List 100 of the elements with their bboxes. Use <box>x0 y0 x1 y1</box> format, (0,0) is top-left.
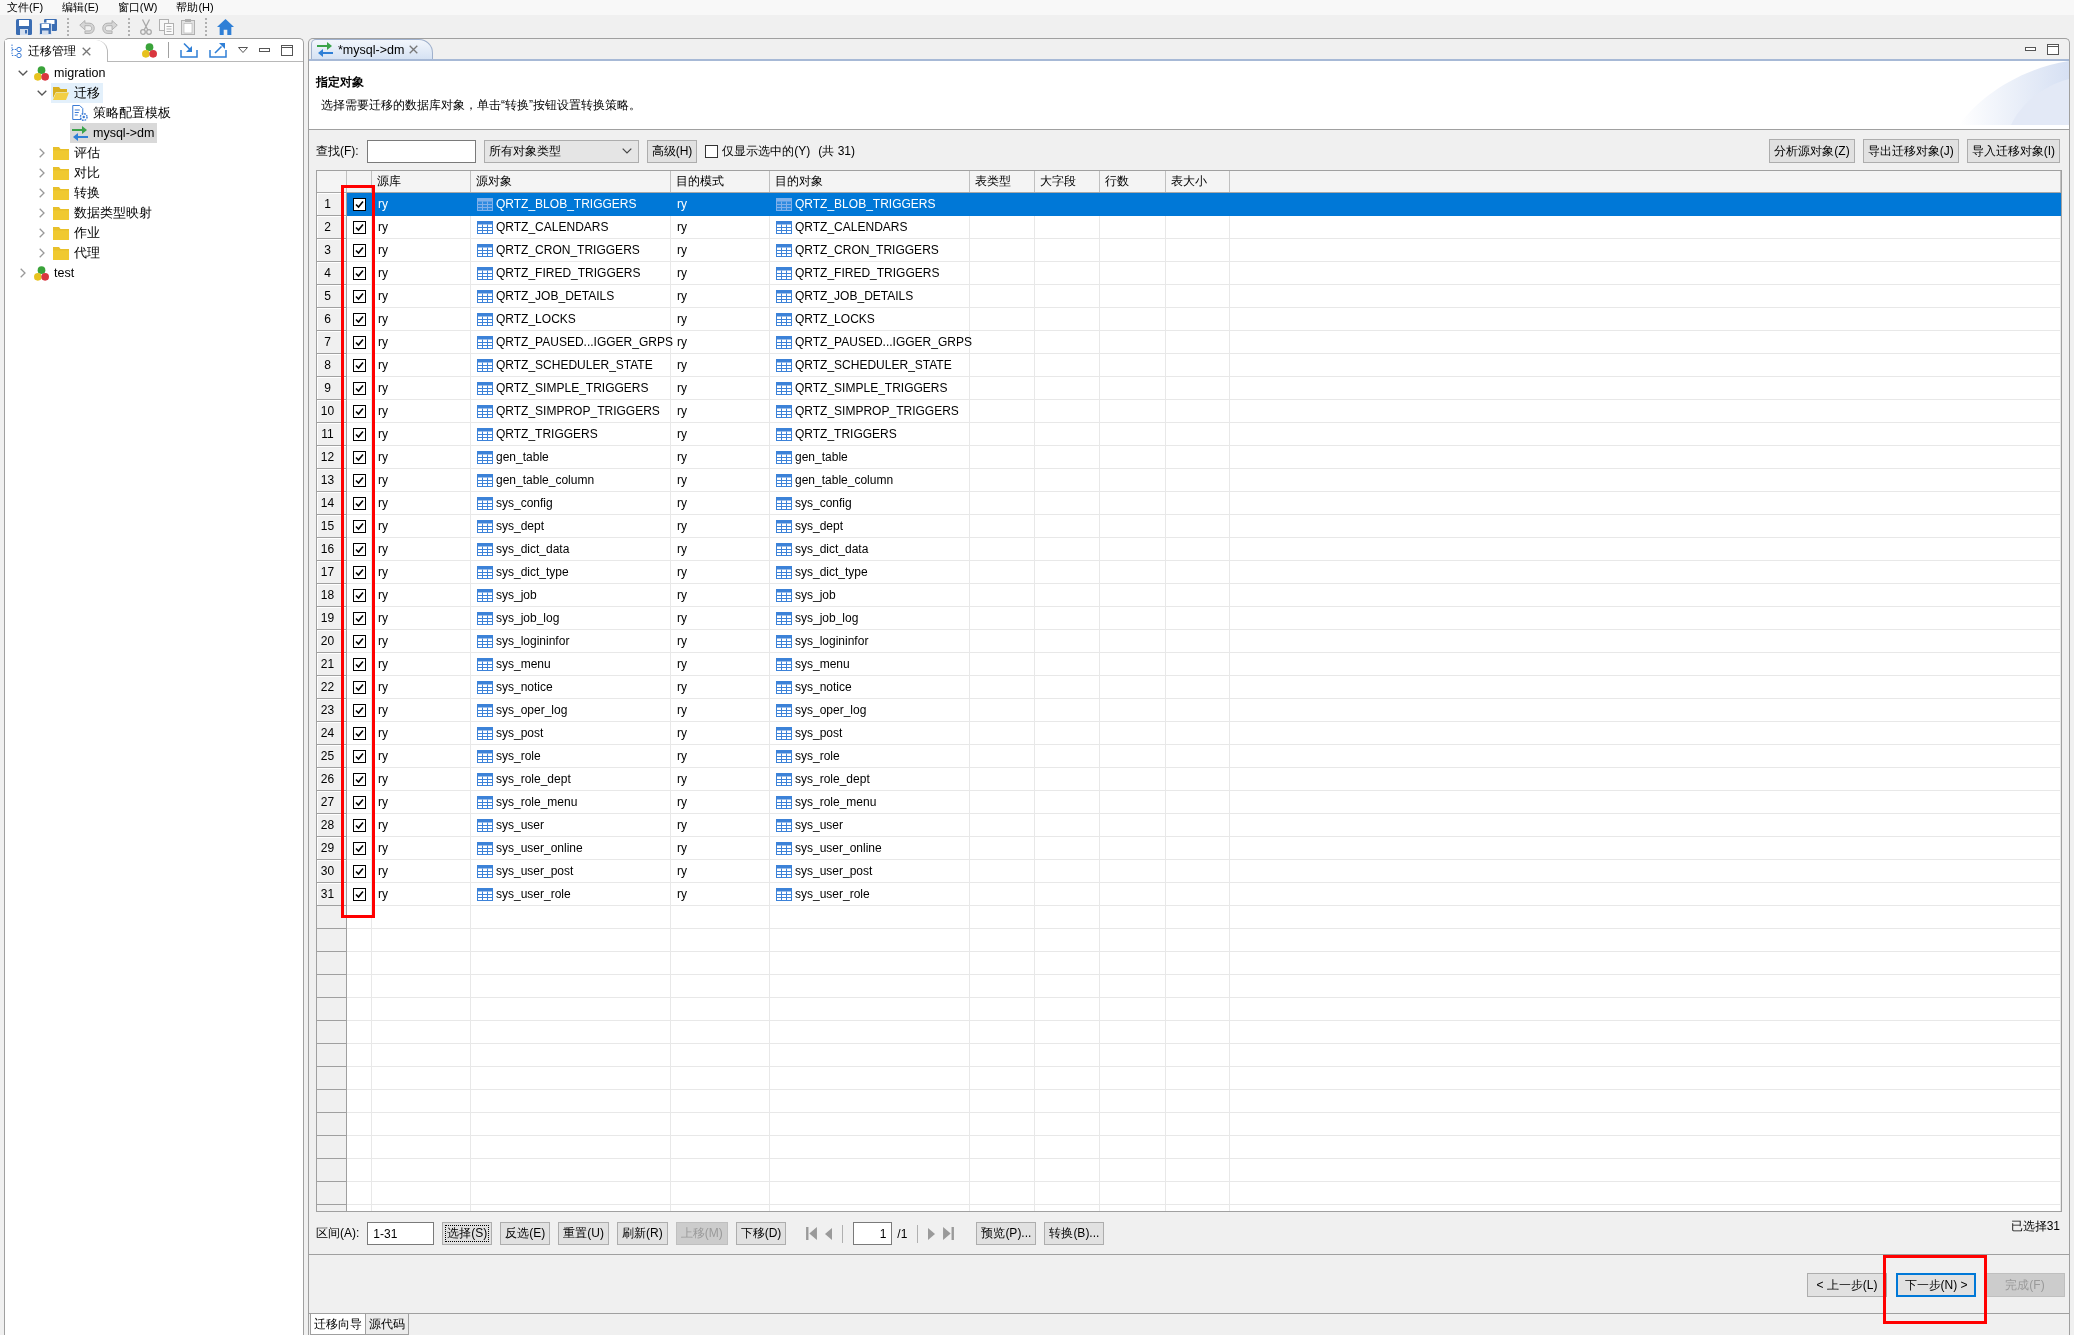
row-checkbox[interactable] <box>352 404 366 418</box>
row-checkbox[interactable] <box>352 473 366 487</box>
tree-item[interactable]: 数据类型映射 <box>51 203 155 223</box>
chevron-right-icon[interactable] <box>39 148 45 158</box>
close-icon[interactable] <box>409 45 419 54</box>
checkbox[interactable] <box>705 144 719 158</box>
action-button[interactable]: 分析源对象(Z) <box>1769 139 1855 163</box>
row-checkbox[interactable] <box>352 703 366 717</box>
tree-item[interactable]: 代理 <box>51 243 103 263</box>
chevron-down-icon[interactable] <box>37 90 47 96</box>
range-field[interactable]: 1-31 <box>367 1222 435 1245</box>
range-button[interactable]: 下移(D) <box>735 1222 787 1245</box>
row-checkbox[interactable] <box>352 887 366 901</box>
range-button[interactable]: 反选(E) <box>500 1222 551 1245</box>
tree-item[interactable]: 作业 <box>51 223 103 243</box>
action-button[interactable]: 导入迁移对象(I) <box>1966 139 2060 163</box>
table-row[interactable]: 21 ry sys_menu ry sys_menu <box>317 653 2061 676</box>
tree-item[interactable]: 转换 <box>51 183 103 203</box>
row-checkbox[interactable] <box>352 680 366 694</box>
table-row[interactable]: 29 ry sys_user_online ry sys_user_online <box>317 837 2061 860</box>
colored-balls-icon[interactable] <box>142 42 157 58</box>
table-row[interactable]: 16 ry sys_dict_data ry sys_dict_data <box>317 538 2061 561</box>
menu-item[interactable]: 帮助(H) <box>176 1 214 14</box>
tree-item[interactable]: 迁移 <box>51 83 103 103</box>
chevron-right-icon[interactable] <box>39 228 45 238</box>
column-header[interactable]: 目的对象 <box>770 171 970 192</box>
tool-button[interactable]: 预览(P)... <box>976 1222 1037 1245</box>
chevron-right-icon[interactable] <box>20 268 26 278</box>
tree-item[interactable]: test <box>32 263 78 283</box>
table-row[interactable]: 3 ry QRTZ_CRON_TRIGGERS ry QRTZ_CRON_TRIGGERS <box>317 239 2061 262</box>
table-row[interactable]: 30 ry sys_user_post ry sys_user_post <box>317 860 2061 883</box>
column-header[interactable]: 行数 <box>1100 171 1166 192</box>
range-button[interactable]: 选择(S) <box>442 1222 493 1245</box>
column-header[interactable]: 表类型 <box>970 171 1035 192</box>
chevron-down-icon[interactable] <box>18 70 28 76</box>
maximize-icon[interactable] <box>281 44 293 56</box>
checkbox-label[interactable]: 仅显示选中的(Y) <box>722 142 811 160</box>
view-tab[interactable]: 迁移管理 <box>5 40 108 62</box>
row-checkbox[interactable] <box>352 243 366 257</box>
range-button[interactable]: 重置(U) <box>558 1222 609 1245</box>
minimize-icon[interactable] <box>2025 47 2036 51</box>
menu-item[interactable]: 窗口(W) <box>117 1 158 14</box>
column-header[interactable]: 源对象 <box>471 171 671 192</box>
row-checkbox[interactable] <box>352 496 366 510</box>
tool-button[interactable]: 转换(B)... <box>1044 1222 1105 1245</box>
table-row[interactable]: 6 ry QRTZ_LOCKS ry QRTZ_LOCKS <box>317 308 2061 331</box>
wizard-button[interactable]: < 上一步(L) <box>1807 1273 1887 1297</box>
table-row[interactable]: 1 ry QRTZ_BLOB_TRIGGERS ry QRTZ_BLOB_TRIGGERS <box>317 193 2061 216</box>
close-icon[interactable] <box>82 46 91 56</box>
chevron-right-icon[interactable] <box>39 248 45 258</box>
row-checkbox[interactable] <box>352 749 366 763</box>
row-checkbox[interactable] <box>352 542 366 556</box>
row-checkbox[interactable] <box>352 634 366 648</box>
table-row[interactable]: 12 ry gen_table ry gen_table <box>317 446 2061 469</box>
advanced-button[interactable]: 高级(H) <box>646 139 698 163</box>
row-checkbox[interactable] <box>352 519 366 533</box>
maximize-icon[interactable] <box>2047 43 2059 55</box>
tree-item[interactable]: 对比 <box>51 163 103 183</box>
table-row[interactable]: 31 ry sys_user_role ry sys_user_role <box>317 883 2061 906</box>
row-checkbox[interactable] <box>352 289 366 303</box>
row-checkbox[interactable] <box>352 220 366 234</box>
object-type-dropdown[interactable]: 所有对象类型 <box>483 139 639 163</box>
table-row[interactable]: 23 ry sys_oper_log ry sys_oper_log <box>317 699 2061 722</box>
table-row[interactable]: 14 ry sys_config ry sys_config <box>317 492 2061 515</box>
save-all-icon[interactable] <box>39 18 57 35</box>
row-checkbox[interactable] <box>352 795 366 809</box>
row-checkbox[interactable] <box>352 772 366 786</box>
column-header[interactable]: 表大小 <box>1166 171 1230 192</box>
row-checkbox[interactable] <box>352 450 366 464</box>
row-checkbox[interactable] <box>352 588 366 602</box>
table-row[interactable]: 9 ry QRTZ_SIMPLE_TRIGGERS ry QRTZ_SIMPLE_TRIGGERS <box>317 377 2061 400</box>
table-row[interactable]: 5 ry QRTZ_JOB_DETAILS ry QRTZ_JOB_DETAILS <box>317 285 2061 308</box>
action-button[interactable]: 导出迁移对象(J) <box>1862 139 1959 163</box>
row-checkbox[interactable] <box>352 611 366 625</box>
table-row[interactable]: 19 ry sys_job_log ry sys_job_log <box>317 607 2061 630</box>
row-checkbox[interactable] <box>352 864 366 878</box>
table-row[interactable]: 11 ry QRTZ_TRIGGERS ry QRTZ_TRIGGERS <box>317 423 2061 446</box>
row-checkbox[interactable] <box>352 381 366 395</box>
menu-item[interactable]: 编辑(E) <box>62 1 99 14</box>
page-field[interactable]: 1 <box>853 1222 893 1245</box>
minimize-icon[interactable] <box>259 48 270 52</box>
column-header[interactable]: 大字段 <box>1035 171 1100 192</box>
column-header[interactable]: 目的模式 <box>671 171 770 192</box>
table-row[interactable]: 17 ry sys_dict_type ry sys_dict_type <box>317 561 2061 584</box>
table-row[interactable]: 2 ry QRTZ_CALENDARS ry QRTZ_CALENDARS <box>317 216 2061 239</box>
table-row[interactable]: 22 ry sys_notice ry sys_notice <box>317 676 2061 699</box>
export-icon[interactable] <box>209 42 227 58</box>
tree-item[interactable]: 评估 <box>51 143 103 163</box>
table-row[interactable]: 25 ry sys_role ry sys_role <box>317 745 2061 768</box>
row-checkbox[interactable] <box>352 266 366 280</box>
tree-item[interactable]: 策略配置模板 <box>70 103 174 123</box>
table-row[interactable]: 26 ry sys_role_dept ry sys_role_dept <box>317 768 2061 791</box>
chevron-right-icon[interactable] <box>39 188 45 198</box>
row-checkbox[interactable] <box>352 841 366 855</box>
bottom-tab[interactable]: 源代码 <box>366 1314 409 1335</box>
save-icon[interactable] <box>16 18 32 35</box>
chevron-right-icon[interactable] <box>39 208 45 218</box>
table-row[interactable]: 20 ry sys_logininfor ry sys_logininfor <box>317 630 2061 653</box>
table-row[interactable]: 4 ry QRTZ_FIRED_TRIGGERS ry QRTZ_FIRED_TRIGGERS <box>317 262 2061 285</box>
row-checkbox[interactable] <box>352 657 366 671</box>
